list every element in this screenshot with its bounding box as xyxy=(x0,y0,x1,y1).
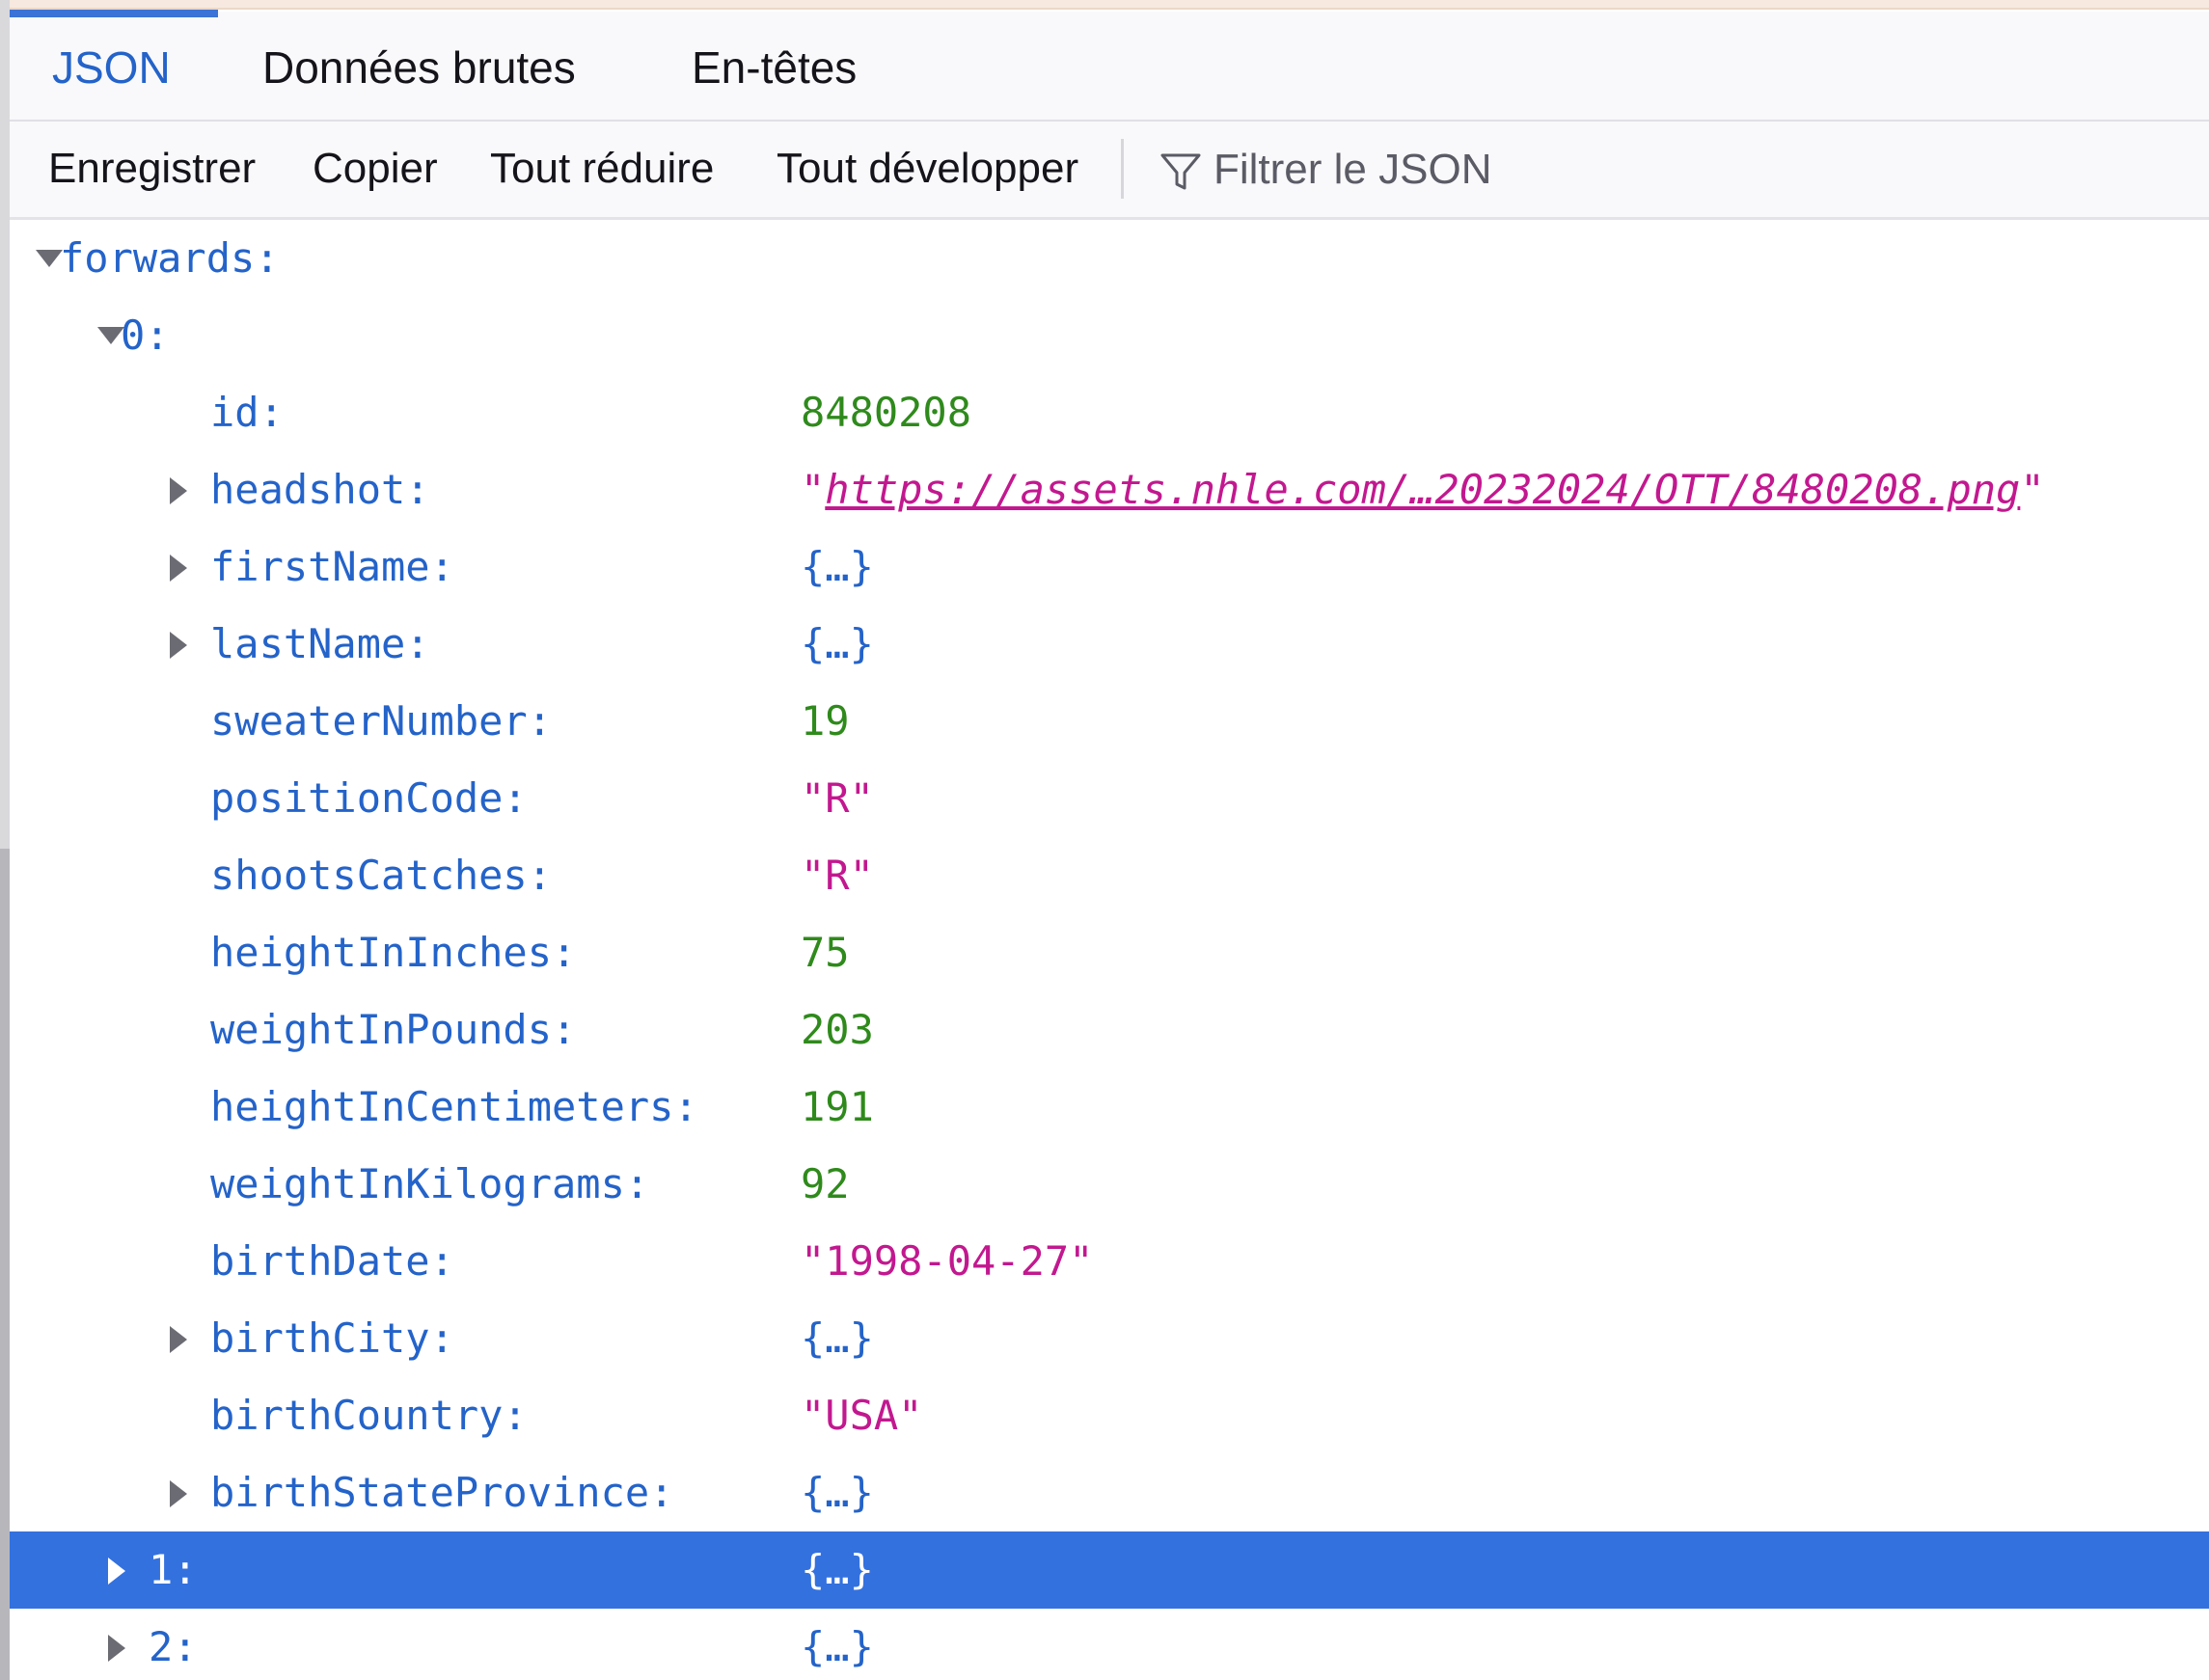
tree-key: shootsCatches: xyxy=(210,852,553,899)
tree-key: weightInPounds: xyxy=(210,1006,577,1053)
tree-key: 0: xyxy=(121,312,170,359)
collapsed-arrow-icon[interactable] xyxy=(166,606,195,683)
window-top-edge xyxy=(0,0,2209,10)
tree-row-forwards[interactable]: forwards: xyxy=(10,220,2209,297)
tree-value-collapsed-object[interactable]: {…} xyxy=(801,1454,874,1531)
quote-open: " xyxy=(801,466,826,513)
tree-row-sweaternumber[interactable]: sweaterNumber: 19 xyxy=(10,683,2209,760)
tree-key: firstName: xyxy=(210,543,454,590)
filter-icon xyxy=(1160,153,1201,190)
tree-value: 75 xyxy=(801,929,850,976)
filter-json-input[interactable] xyxy=(1214,131,2178,208)
collapsed-arrow-icon[interactable] xyxy=(166,1454,195,1531)
tree-row-birthdate[interactable]: birthDate: "1998-04-27" xyxy=(10,1223,2209,1300)
tab-headers[interactable]: En-têtes xyxy=(692,12,857,120)
tree-key: birthCity: xyxy=(210,1314,454,1362)
tree-value-collapsed-object[interactable]: {…} xyxy=(801,528,874,606)
tree-value: "https://assets.nhle.com/…20232024/OTT/8… xyxy=(801,451,2045,528)
tree-key: id: xyxy=(210,389,284,436)
tree-value-collapsed-object[interactable]: {…} xyxy=(801,606,874,683)
tree-row-id[interactable]: id: 8480208 xyxy=(10,374,2209,451)
toolbar: Enregistrer Copier Tout réduire Tout dév… xyxy=(10,122,2209,220)
tree-row-lastname[interactable]: lastName: {…} xyxy=(10,606,2209,683)
json-tree: forwards: 0: id: 8480208 headshot: "http… xyxy=(10,220,2209,1680)
tree-value: "R" xyxy=(801,774,874,822)
tree-row-birthcountry[interactable]: birthCountry: "USA" xyxy=(10,1377,2209,1454)
toolbar-divider xyxy=(1121,139,1124,199)
tree-value: 191 xyxy=(801,1083,874,1130)
tree-value-collapsed-object[interactable]: {…} xyxy=(801,1609,874,1680)
tree-value: 8480208 xyxy=(801,389,972,436)
copy-button[interactable]: Copier xyxy=(313,122,438,218)
tree-key: birthCountry: xyxy=(210,1392,528,1439)
tree-key: weightInKilograms: xyxy=(210,1160,650,1207)
json-viewer: JSON Données brutes En-têtes Enregistrer… xyxy=(10,12,2209,1680)
tree-value: 19 xyxy=(801,697,850,745)
tree-row-positioncode[interactable]: positionCode: "R" xyxy=(10,760,2209,837)
tree-key: birthStateProvince: xyxy=(210,1469,674,1516)
tree-value: "1998-04-27" xyxy=(801,1237,1094,1285)
tree-row-weightinkilograms[interactable]: weightInKilograms: 92 xyxy=(10,1146,2209,1223)
tree-key: 1: xyxy=(149,1546,198,1593)
tree-value: "R" xyxy=(801,852,874,899)
left-window-edge-lower xyxy=(0,849,10,1680)
tree-value: 203 xyxy=(801,1006,874,1053)
save-button[interactable]: Enregistrer xyxy=(48,122,256,218)
tree-key: heightInCentimeters: xyxy=(210,1083,698,1130)
collapse-all-button[interactable]: Tout réduire xyxy=(490,122,714,218)
collapsed-arrow-icon[interactable] xyxy=(104,1531,133,1609)
tree-row-item-2[interactable]: 2: {…} xyxy=(10,1609,2209,1680)
collapsed-arrow-icon[interactable] xyxy=(104,1609,133,1680)
tree-row-heightininches[interactable]: heightInInches: 75 xyxy=(10,914,2209,991)
tree-value: 92 xyxy=(801,1160,850,1207)
tab-json[interactable]: JSON xyxy=(52,12,171,120)
quote-close: " xyxy=(2020,466,2045,513)
tree-value: "USA" xyxy=(801,1392,923,1439)
tree-row-shootscatches[interactable]: shootsCatches: "R" xyxy=(10,837,2209,914)
tree-row-birthcity[interactable]: birthCity: {…} xyxy=(10,1300,2209,1377)
tree-value-collapsed-object[interactable]: {…} xyxy=(801,1300,874,1377)
tree-key: positionCode: xyxy=(210,774,528,822)
tree-key: lastName: xyxy=(210,620,430,667)
tree-row-heightincentimeters[interactable]: heightInCentimeters: 191 xyxy=(10,1069,2209,1146)
collapsed-arrow-icon[interactable] xyxy=(166,528,195,606)
tree-key: forwards: xyxy=(60,234,280,282)
tree-key: heightInInches: xyxy=(210,929,577,976)
collapsed-arrow-icon[interactable] xyxy=(166,451,195,528)
tree-row-headshot[interactable]: headshot: "https://assets.nhle.com/…2023… xyxy=(10,451,2209,528)
tab-bar: JSON Données brutes En-têtes xyxy=(10,12,2209,122)
tree-row-birthstateprovince[interactable]: birthStateProvince: {…} xyxy=(10,1454,2209,1531)
tree-key: birthDate: xyxy=(210,1237,454,1285)
tree-row-firstname[interactable]: firstName: {…} xyxy=(10,528,2209,606)
tree-row-item-1[interactable]: 1: {…} xyxy=(10,1531,2209,1609)
tree-value-collapsed-object[interactable]: {…} xyxy=(801,1531,874,1609)
tree-key: sweaterNumber: xyxy=(210,697,553,745)
tab-raw-data[interactable]: Données brutes xyxy=(262,12,576,120)
tree-row-item-0[interactable]: 0: xyxy=(10,297,2209,374)
tree-key: 2: xyxy=(149,1623,198,1670)
active-tab-indicator xyxy=(10,10,218,17)
collapsed-arrow-icon[interactable] xyxy=(166,1300,195,1377)
tree-key: headshot: xyxy=(210,466,430,513)
expand-all-button[interactable]: Tout développer xyxy=(777,122,1078,218)
tree-row-weightinpounds[interactable]: weightInPounds: 203 xyxy=(10,991,2209,1069)
headshot-url-link[interactable]: https://assets.nhle.com/…20232024/OTT/84… xyxy=(825,466,2020,513)
